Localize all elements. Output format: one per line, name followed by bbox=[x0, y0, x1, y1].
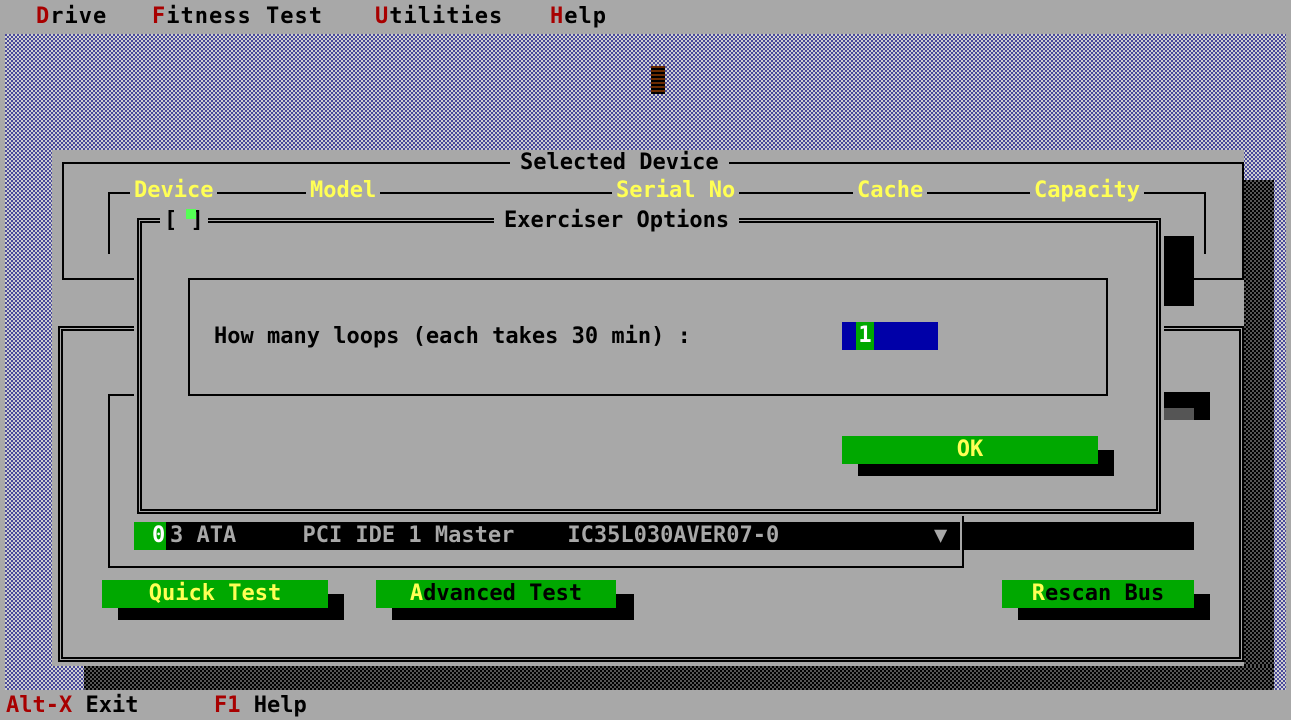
drive-list-shadow bbox=[962, 522, 1194, 550]
drive-description: 3 ATA PCI IDE 1 Master IC35L030AVER07-0 bbox=[170, 523, 780, 548]
column-cache: Cache bbox=[853, 178, 928, 203]
selected-device-title: Selected Device bbox=[510, 150, 729, 175]
menu-fitness-test[interactable]: Fitness Test bbox=[152, 4, 323, 29]
quick-test-button[interactable]: Quick Test bbox=[102, 580, 328, 608]
dropdown-arrow-icon[interactable]: ▼ bbox=[934, 523, 947, 548]
column-capacity: Capacity bbox=[1030, 178, 1144, 203]
window-shadow-bottom bbox=[84, 666, 1274, 690]
drive-first-char: 0 bbox=[152, 523, 166, 548]
advanced-test-button[interactable]: Advanced Test bbox=[376, 580, 616, 608]
column-serial-no: Serial No bbox=[612, 178, 740, 203]
dialog-title: Exerciser Options bbox=[494, 208, 740, 233]
loops-prompt: How many loops (each takes 30 min) : bbox=[214, 324, 691, 349]
column-model: Model bbox=[306, 178, 381, 203]
ok-button[interactable]: OK bbox=[842, 436, 1098, 464]
loops-input-value: 1 bbox=[856, 322, 874, 350]
status-bar: Alt-X Exit F1 Help bbox=[0, 690, 1291, 720]
rescan-bus-button[interactable]: Rescan Bus bbox=[1002, 580, 1194, 608]
window-shadow-right bbox=[1244, 180, 1274, 666]
menu-bar: Drive Fitness Test Utilities Help bbox=[0, 0, 1291, 34]
column-device: Device bbox=[130, 178, 218, 203]
menu-utilities[interactable]: Utilities bbox=[375, 4, 503, 29]
menu-drive[interactable]: Drive bbox=[36, 4, 107, 29]
close-icon[interactable] bbox=[186, 209, 196, 219]
menu-help[interactable]: Help bbox=[550, 4, 607, 29]
status-help[interactable]: F1 Help bbox=[214, 693, 307, 718]
dialog-close-button[interactable]: [ ] bbox=[160, 208, 208, 233]
dialog-shadow-c bbox=[1164, 408, 1194, 420]
status-exit[interactable]: Alt-X Exit bbox=[6, 693, 138, 718]
drive-list-row[interactable]: 0 3 ATA PCI IDE 1 Master IC35L030AVER07-… bbox=[134, 522, 960, 550]
dialog-shadow-a bbox=[1164, 236, 1194, 306]
activity-indicator bbox=[651, 66, 665, 94]
loops-input[interactable]: 1 bbox=[842, 322, 938, 350]
